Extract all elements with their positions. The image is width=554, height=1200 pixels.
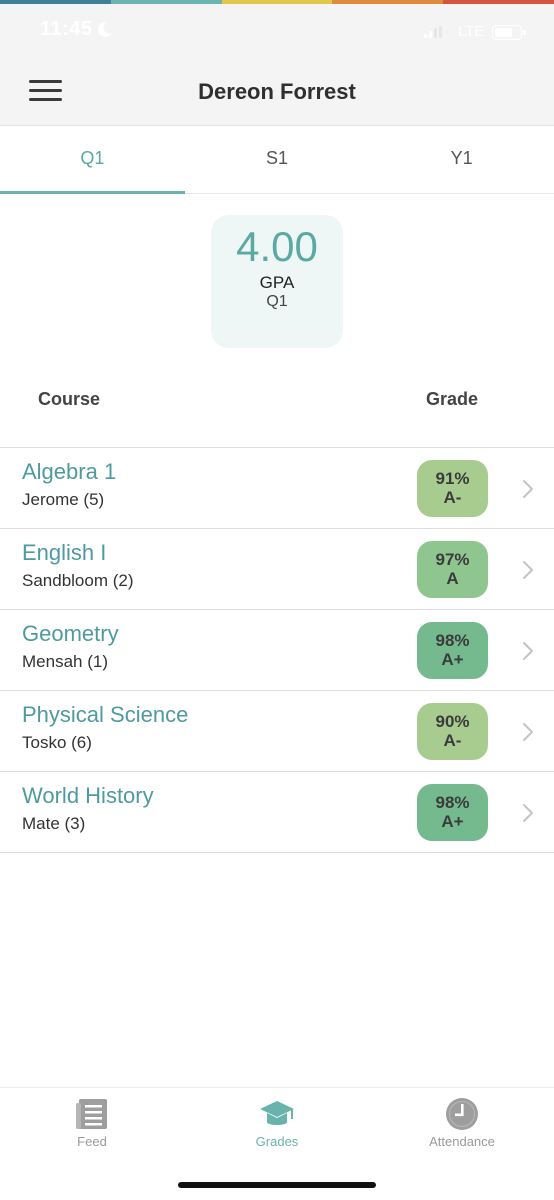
grade-percent: 91%	[435, 469, 470, 488]
tab-y1[interactable]: Y1	[369, 126, 554, 193]
home-indicator	[178, 1182, 376, 1188]
app-header: Dereon Forrest	[0, 54, 554, 126]
battery-icon	[492, 25, 526, 40]
grade-letter: A-	[443, 488, 462, 507]
moon-icon	[97, 21, 112, 37]
chevron-right-icon	[523, 561, 533, 579]
feed-icon	[76, 1099, 107, 1129]
course-name: World History	[22, 783, 154, 808]
course-teacher: Mensah (1)	[22, 652, 108, 671]
chevron-right-icon	[523, 723, 533, 741]
status-time: 11:45	[40, 18, 93, 40]
grade-percent: 98%	[435, 793, 470, 812]
grade-badge: 98% A+	[417, 784, 488, 841]
gpa-label: GPA	[259, 273, 295, 292]
course-teacher: Mate (3)	[22, 814, 86, 833]
graduation-cap-icon	[260, 1101, 294, 1125]
grade-badge: 97% A	[417, 541, 488, 598]
grade-badge: 98% A+	[417, 622, 488, 679]
course-row-physical-science[interactable]: Physical Science Tosko (6) 90% A-	[0, 691, 554, 772]
course-name: Physical Science	[22, 702, 189, 727]
course-teacher: Sandbloom (2)	[22, 571, 134, 590]
course-name: Geometry	[22, 621, 119, 646]
grade-badge: 91% A-	[417, 460, 488, 517]
grade-percent: 90%	[435, 712, 470, 731]
gpa-card: 4.00 GPA Q1	[211, 215, 343, 348]
tabbar-grades-label: Grades	[255, 1134, 299, 1149]
tabbar-grades[interactable]: Grades	[185, 1088, 369, 1158]
status-bar: 11:45 LTE	[0, 4, 554, 54]
course-name: English I	[22, 540, 107, 565]
chevron-right-icon	[523, 804, 533, 822]
grade-letter: A	[446, 569, 459, 588]
course-teacher: Tosko (6)	[22, 733, 92, 752]
grade-column-header: Grade	[426, 389, 479, 409]
course-row-english-i[interactable]: English I Sandbloom (2) 97% A	[0, 529, 554, 610]
signal-icon	[424, 26, 442, 38]
chevron-right-icon	[523, 642, 533, 660]
gpa-value: 4.00	[236, 223, 318, 270]
page-title: Dereon Forrest	[198, 79, 356, 104]
chevron-right-icon	[523, 480, 533, 498]
grade-percent: 97%	[435, 550, 470, 569]
tabbar-feed[interactable]: Feed	[0, 1088, 184, 1158]
grade-letter: A+	[441, 650, 464, 669]
network-label: LTE	[458, 23, 485, 40]
course-column-header: Course	[38, 389, 101, 409]
course-row-world-history[interactable]: World History Mate (3) 98% A+	[0, 772, 554, 853]
grade-percent: 98%	[435, 631, 470, 650]
grade-letter: A-	[443, 731, 462, 750]
tabbar-feed-label: Feed	[77, 1134, 107, 1149]
gpa-period: Q1	[266, 293, 288, 310]
course-row-algebra-1[interactable]: Algebra 1 Jerome (5) 91% A-	[0, 448, 554, 529]
tabbar-attendance[interactable]: Attendance	[370, 1088, 554, 1158]
course-name: Algebra 1	[22, 459, 117, 484]
clock-icon	[446, 1098, 478, 1130]
tab-s1[interactable]: S1	[185, 126, 370, 193]
grade-letter: A+	[441, 812, 464, 831]
tabbar-attendance-label: Attendance	[429, 1134, 495, 1149]
tab-q1[interactable]: Q1	[0, 126, 185, 194]
course-row-geometry[interactable]: Geometry Mensah (1) 98% A+	[0, 610, 554, 691]
period-tabs: Q1 S1 Y1	[0, 126, 554, 194]
course-list: Algebra 1 Jerome (5) 91% A- English I Sa…	[0, 447, 554, 853]
course-teacher: Jerome (5)	[22, 490, 105, 509]
grade-badge: 90% A-	[417, 703, 488, 760]
